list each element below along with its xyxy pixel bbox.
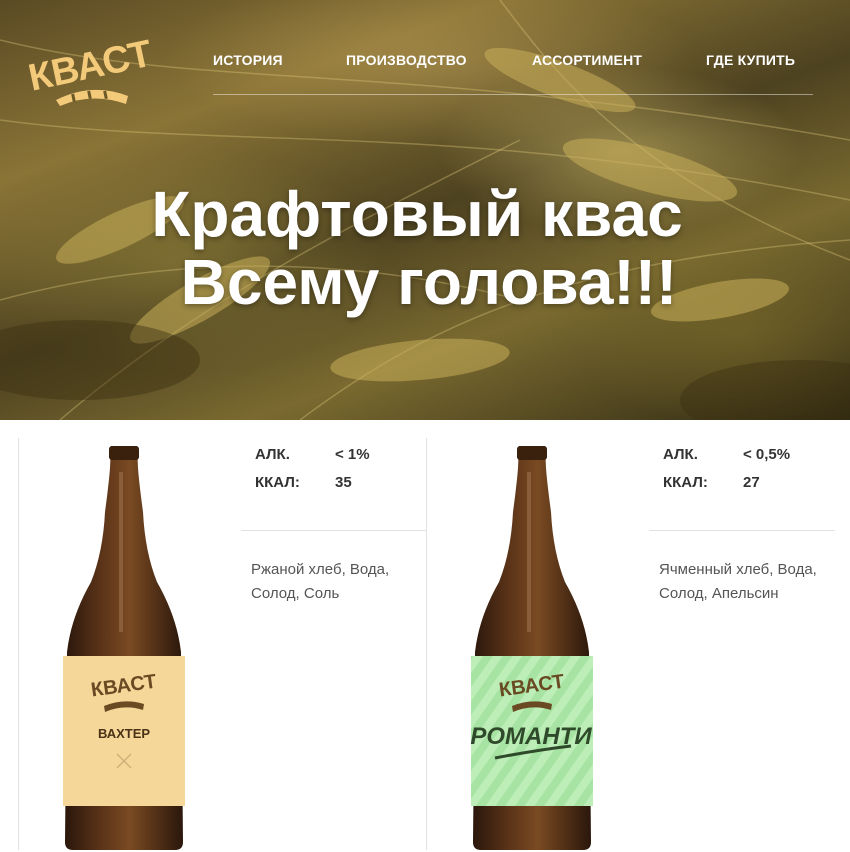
- ingredients-text: Ржаной хлеб, Вода, Солод, Соль: [251, 561, 390, 602]
- product-list: КВАСТ ВАХТЕР АЛК. < 1% ККАЛ: 35 Ржаной х…: [0, 420, 850, 850]
- alc-label: АЛК.: [663, 446, 698, 463]
- nav-item-history[interactable]: ИСТОРИЯ: [213, 52, 283, 68]
- bottle-image: КВАСТ ВАХТЕР: [63, 446, 185, 850]
- kcal-label: ККАЛ:: [663, 474, 708, 491]
- product-card-romanti[interactable]: КВАСТ РОМАНТИ АЛК. < 0,5% ККАЛ: 27 Ячмен…: [426, 438, 835, 850]
- kcal-label: ККАЛ:: [255, 474, 300, 491]
- hero-title-line-2: Всему голова!!!: [180, 246, 678, 318]
- label-name: РОМАНТИ: [470, 723, 592, 750]
- nav-item-production[interactable]: ПРОИЗВОДСТВО: [346, 52, 467, 68]
- logo-text: КВАСТ: [25, 34, 156, 100]
- nav-divider: [213, 94, 813, 95]
- spec-kcal-row: ККАЛ: 27: [663, 470, 835, 498]
- main-nav: ИСТОРИЯ ПРОИЗВОДСТВО АССОРТИМЕНТ ГДЕ КУП…: [213, 52, 813, 72]
- spec-table: АЛК. < 0,5% ККАЛ: 27: [663, 442, 835, 498]
- nav-item-where-to-buy[interactable]: ГДЕ КУПИТЬ: [706, 52, 795, 68]
- spec-divider: [649, 530, 835, 531]
- kcal-value: 35: [335, 474, 352, 491]
- spec-alc-row: АЛК. < 0,5%: [663, 442, 835, 470]
- kvast-logo[interactable]: КВАСТ: [22, 34, 162, 108]
- nav-item-assortment[interactable]: АССОРТИМЕНТ: [532, 52, 642, 68]
- ingredients-text: Ячменный хлеб, Вода, Солод, Апельсин: [659, 561, 817, 602]
- label-name: ВАХТЕР: [98, 726, 150, 741]
- product-card-vakhter[interactable]: КВАСТ ВАХТЕР АЛК. < 1% ККАЛ: 35 Ржаной х…: [18, 438, 427, 850]
- hero-title-line-1: Крафтовый квас: [151, 178, 683, 250]
- spec-divider: [241, 530, 427, 531]
- alc-value: < 1%: [335, 446, 370, 463]
- spec-table: АЛК. < 1% ККАЛ: 35: [255, 442, 427, 498]
- kcal-value: 27: [743, 474, 760, 491]
- spec-alc-row: АЛК. < 1%: [255, 442, 427, 470]
- spec-kcal-row: ККАЛ: 35: [255, 470, 427, 498]
- hero-title: Крафтовый квас Всему голова!!!: [0, 180, 850, 316]
- alc-label: АЛК.: [255, 446, 290, 463]
- alc-value: < 0,5%: [743, 446, 791, 463]
- hero-banner: КВАСТ ИСТОРИЯ ПРОИЗВОДСТВО АССОРТИМЕНТ Г…: [0, 0, 850, 420]
- bottle-image: КВАСТ РОМАНТИ: [470, 446, 593, 850]
